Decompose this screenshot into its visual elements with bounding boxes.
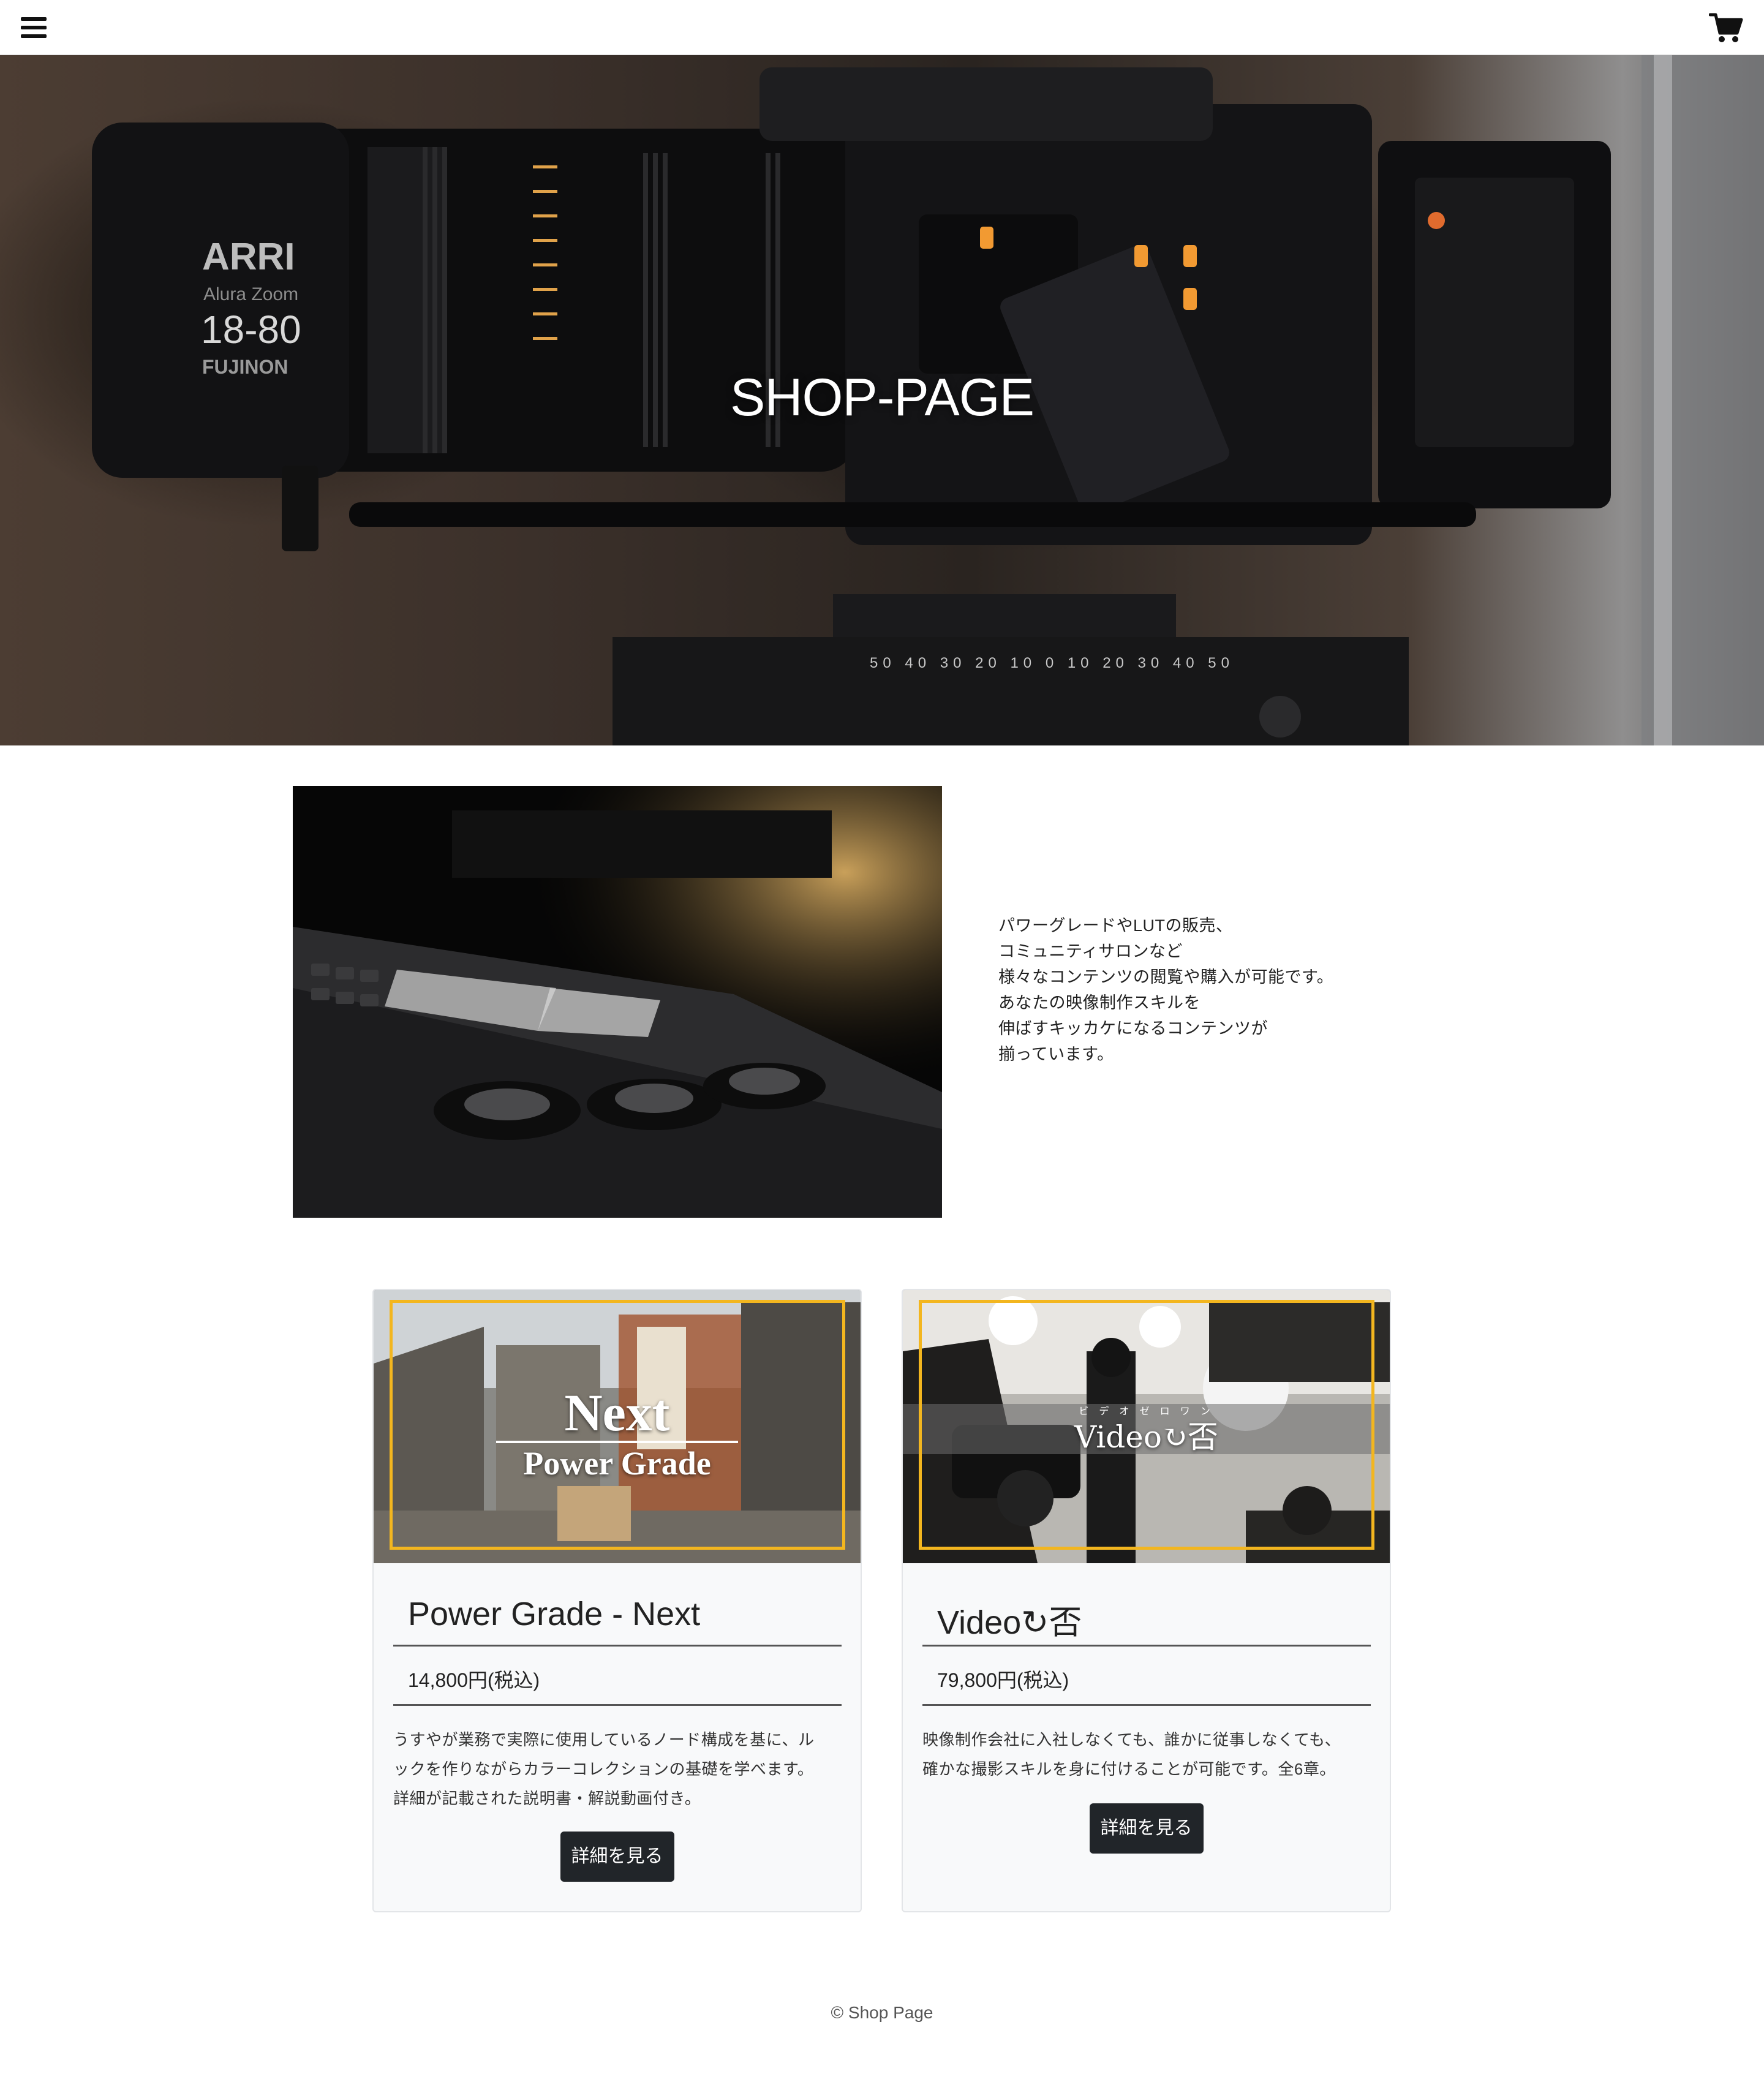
description-line: うすやが業務で実際に使用しているノード構成を基に、ル xyxy=(393,1730,815,1749)
thumbnail-subtitle: Power Grade xyxy=(523,1445,711,1482)
color-grading-panel-image xyxy=(293,786,942,1218)
shopping-cart-icon[interactable] xyxy=(1708,12,1743,44)
hero-banner: ARRI Alura Zoom 18-80 FUJINON 50 40 30 2… xyxy=(0,55,1764,745)
intro-line: パワーグレードやLUTの販売、 xyxy=(998,916,1233,935)
page-title: SHOP-PAGE xyxy=(730,368,1035,427)
divider xyxy=(393,1704,842,1706)
product-description: うすやが業務で実際に使用しているノード構成を基に、ル ックを作りながらカラーコレ… xyxy=(393,1725,846,1813)
product-price: 79,800円(税込) xyxy=(937,1669,1069,1691)
product-card-video-course: ビ デ オ ゼ ロ ワ ン Video↻否 Video↻否 79,800円(税込… xyxy=(902,1289,1391,1912)
product-description: 映像制作会社に入社しなくても、誰かに従事しなくても、 確かな撮影スキルを身に付け… xyxy=(922,1725,1376,1784)
intro-line: あなたの映像制作スキルを xyxy=(998,994,1200,1012)
description-line: 詳細が記載された説明書・解説動画付き。 xyxy=(393,1789,701,1808)
thumbnail-divider xyxy=(496,1441,738,1443)
product-card-power-grade: Next Power Grade Power Grade - Next 14,8… xyxy=(372,1289,862,1912)
intro-line: コミュニティサロンなど xyxy=(998,942,1183,960)
lens-model-text: Alura Zoom xyxy=(203,284,298,304)
thumbnail-title: Next xyxy=(564,1383,670,1442)
divider xyxy=(922,1704,1371,1706)
intro-line: 伸ばすキッカケになるコンテンツが xyxy=(998,1019,1268,1038)
hamburger-menu-icon[interactable] xyxy=(21,17,47,38)
lens-brand-text: ARRI xyxy=(202,236,295,278)
divider xyxy=(393,1645,842,1647)
divider xyxy=(922,1645,1371,1647)
product-thumbnail[interactable]: Next Power Grade xyxy=(374,1290,861,1563)
view-details-button[interactable]: 詳細を見る xyxy=(1089,1803,1204,1854)
intro-line: 様々なコンテンツの閲覧や購入が可能です。 xyxy=(998,968,1334,986)
product-title: Power Grade - Next xyxy=(408,1596,701,1632)
intro-line: 揃っています。 xyxy=(998,1045,1114,1063)
thumbnail-title: Video↻否 xyxy=(1074,1419,1218,1455)
description-line: 映像制作会社に入社しなくても、誰かに従事しなくても、 xyxy=(922,1730,1341,1749)
shop-intro-text: パワーグレードやLUTの販売、 コミュニティサロンなど 様々なコンテンツの閲覧や… xyxy=(998,913,1427,1067)
description-line: ックを作りながらカラーコレクションの基礎を学べます。 xyxy=(393,1760,814,1778)
footer-copyright: © Shop Page xyxy=(831,2003,933,2022)
svg-text:50 40 30 20 10 0 10 20 30 40 5: 50 40 30 20 10 0 10 20 30 40 50 xyxy=(870,655,1234,671)
top-navbar xyxy=(0,0,1764,55)
lens-focal-text: 18-80 xyxy=(201,307,301,352)
view-details-button[interactable]: 詳細を見る xyxy=(560,1832,674,1882)
product-thumbnail[interactable]: ビ デ オ ゼ ロ ワ ン Video↻否 xyxy=(903,1290,1390,1563)
description-line: 確かな撮影スキルを身に付けることが可能です。全6章。 xyxy=(922,1760,1336,1778)
product-title: Video↻否 xyxy=(937,1604,1082,1641)
product-price: 14,800円(税込) xyxy=(408,1669,540,1691)
